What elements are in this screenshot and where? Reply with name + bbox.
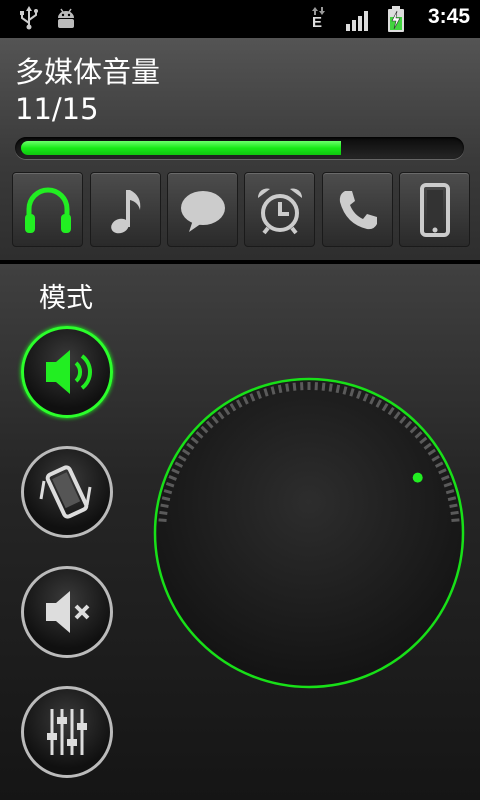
knob-tick xyxy=(292,382,297,391)
stream-alarm-button[interactable] xyxy=(244,172,315,247)
knob-tick xyxy=(161,496,171,502)
mute-icon xyxy=(46,591,90,633)
stream-device-button[interactable] xyxy=(399,172,470,247)
usb-icon xyxy=(20,6,38,30)
volume-title: 多媒体音量 xyxy=(15,55,161,89)
network-type-label: E xyxy=(312,14,323,31)
speaker-icon xyxy=(46,350,92,394)
knob-tick xyxy=(158,518,167,523)
status-bar: E 3:45 xyxy=(0,0,480,38)
mode-mute-button[interactable] xyxy=(21,566,113,658)
mode-label: 模式 xyxy=(39,283,93,314)
vibrate-icon xyxy=(39,465,92,519)
alarm-clock-icon xyxy=(257,187,302,234)
volume-knob[interactable] xyxy=(150,374,468,692)
stream-message-button[interactable] xyxy=(167,172,238,247)
music-note-icon xyxy=(110,189,140,233)
mode-panel: 模式 xyxy=(0,264,480,800)
knob-tick xyxy=(447,496,457,502)
volume-slider[interactable] xyxy=(15,137,464,159)
message-icon xyxy=(180,190,225,232)
mode-equalizer-button[interactable] xyxy=(21,686,113,778)
knob-tick xyxy=(451,518,460,523)
mode-sound-button[interactable] xyxy=(21,326,113,418)
knob-tick xyxy=(328,383,333,392)
clock: 3:45 xyxy=(427,5,470,28)
knob-ring xyxy=(153,377,465,689)
knob-tick xyxy=(277,384,283,394)
knob-tick xyxy=(335,384,341,394)
stream-selector xyxy=(12,172,470,247)
mode-vibrate-button[interactable] xyxy=(21,446,113,538)
volume-panel: 多媒体音量 11/15 xyxy=(0,38,480,260)
knob-tick xyxy=(342,386,348,395)
knob-indicator-dot xyxy=(412,472,423,483)
stream-headphones-button[interactable] xyxy=(12,172,83,247)
volume-count: 11/15 xyxy=(15,92,99,126)
equalizer-icon xyxy=(47,709,87,755)
volume-slider-fill xyxy=(21,141,341,155)
phone-icon xyxy=(339,190,377,229)
knob-tick xyxy=(270,386,276,395)
knob-tick xyxy=(285,383,290,392)
knob-tick xyxy=(159,510,168,515)
knob-tick xyxy=(450,510,459,515)
device-icon xyxy=(419,182,450,237)
stream-phone-button[interactable] xyxy=(322,172,393,247)
signal-icon xyxy=(346,11,368,31)
headphones-icon xyxy=(24,187,71,233)
knob-tick xyxy=(160,503,169,509)
battery-charging-icon xyxy=(388,6,404,32)
stream-music-button[interactable] xyxy=(90,172,161,247)
android-debug-icon xyxy=(58,8,74,28)
knob-tick xyxy=(321,382,326,391)
knob-tick xyxy=(449,503,458,509)
